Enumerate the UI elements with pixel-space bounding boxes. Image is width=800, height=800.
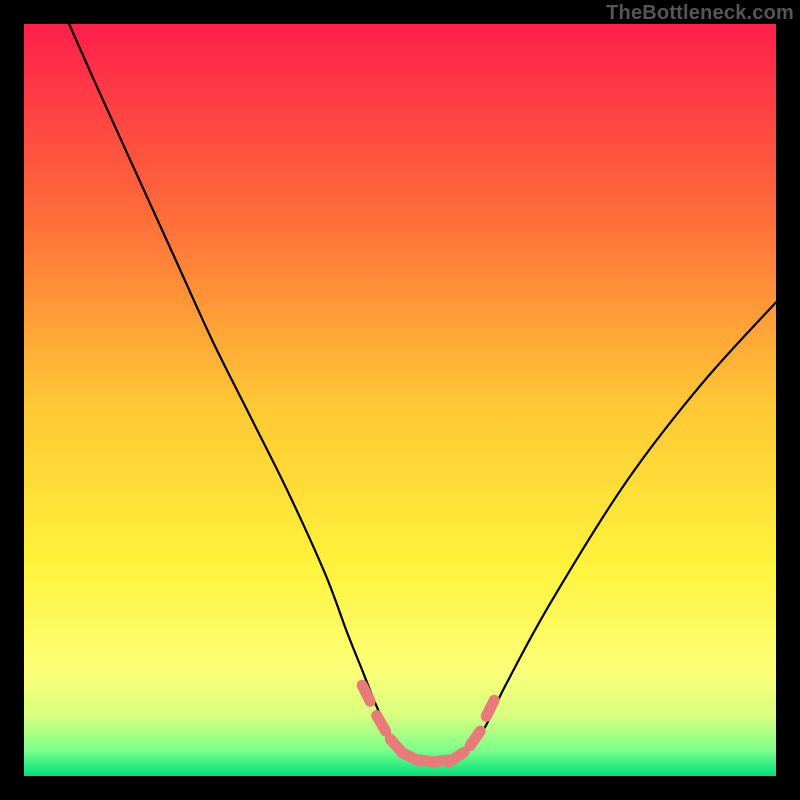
gradient-background [24,24,776,776]
chart-svg [24,24,776,776]
highlight-marker [486,700,494,716]
chart-frame: TheBottleneck.com [0,0,800,800]
watermark-text: TheBottleneck.com [606,2,794,25]
highlight-marker [377,716,386,732]
highlight-marker [362,685,370,701]
plot-area [24,24,776,776]
